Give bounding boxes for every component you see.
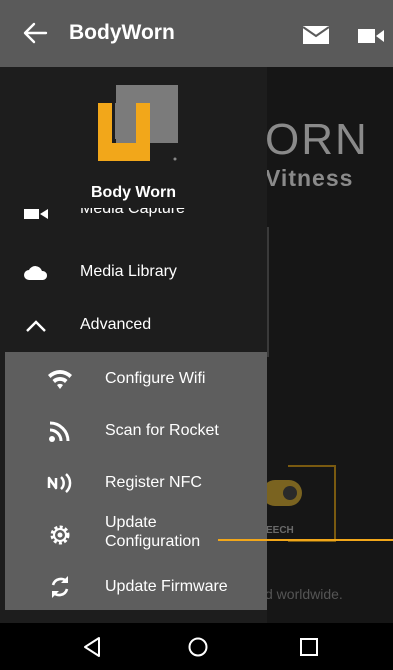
nfc-icon [47,473,72,493]
app-title: BodyWorn [69,21,175,44]
submenu-item-configure-wifi[interactable]: Configure Wifi [5,352,267,404]
refresh-icon [51,576,69,598]
video-icon [24,209,48,219]
mail-icon[interactable] [303,26,329,44]
menu-item-label: Advanced [80,316,152,333]
brand-text: ORN [265,115,369,164]
submenu-item-label: Update Firmware [105,578,228,595]
menu-item-label: Media Capture [80,208,185,217]
callout-line [218,539,393,541]
system-navigation-bar [0,623,393,670]
menu-item-label: Media Library [80,263,177,280]
device-button [283,486,297,500]
nav-back-icon[interactable] [82,636,104,658]
back-arrow-icon[interactable] [22,20,48,46]
submenu-item-register-nfc[interactable]: Register NFC [5,456,267,508]
cloud-icon [24,266,48,280]
footer-text: d worldwide. [265,586,343,602]
menu-item-media-capture[interactable]: Media Capture [0,208,267,230]
menu-item-advanced[interactable]: Advanced [0,300,267,352]
advanced-submenu: Configure Wifi Scan for Rocket Register … [5,352,267,610]
brand-subtext: Vitness [265,165,354,191]
nav-home-icon[interactable] [187,636,209,658]
submenu-item-label: Configure Wifi [105,370,206,387]
gear-icon [50,525,70,545]
device-label: EECH [266,525,294,536]
video-camera-icon[interactable] [358,28,384,44]
wifi-icon [48,370,72,389]
app-bar: BodyWorn [0,0,393,67]
logo-title: Body Worn [90,184,177,201]
rss-icon [49,421,70,442]
submenu-item-label: Scan for Rocket [105,422,219,439]
submenu-item-label: Register NFC [105,474,202,491]
submenu-item-update-firmware[interactable]: Update Firmware [5,560,267,612]
menu-item-media-library[interactable]: Media Library [0,247,267,299]
chevron-up-icon [26,320,46,332]
submenu-item-update-configuration[interactable]: Update Configuration [5,508,267,560]
body-worn-logo [98,85,178,161]
nav-recents-icon[interactable] [298,636,320,658]
submenu-item-label: Update Configuration [105,514,201,550]
submenu-item-scan-for-rocket[interactable]: Scan for Rocket [5,404,267,456]
